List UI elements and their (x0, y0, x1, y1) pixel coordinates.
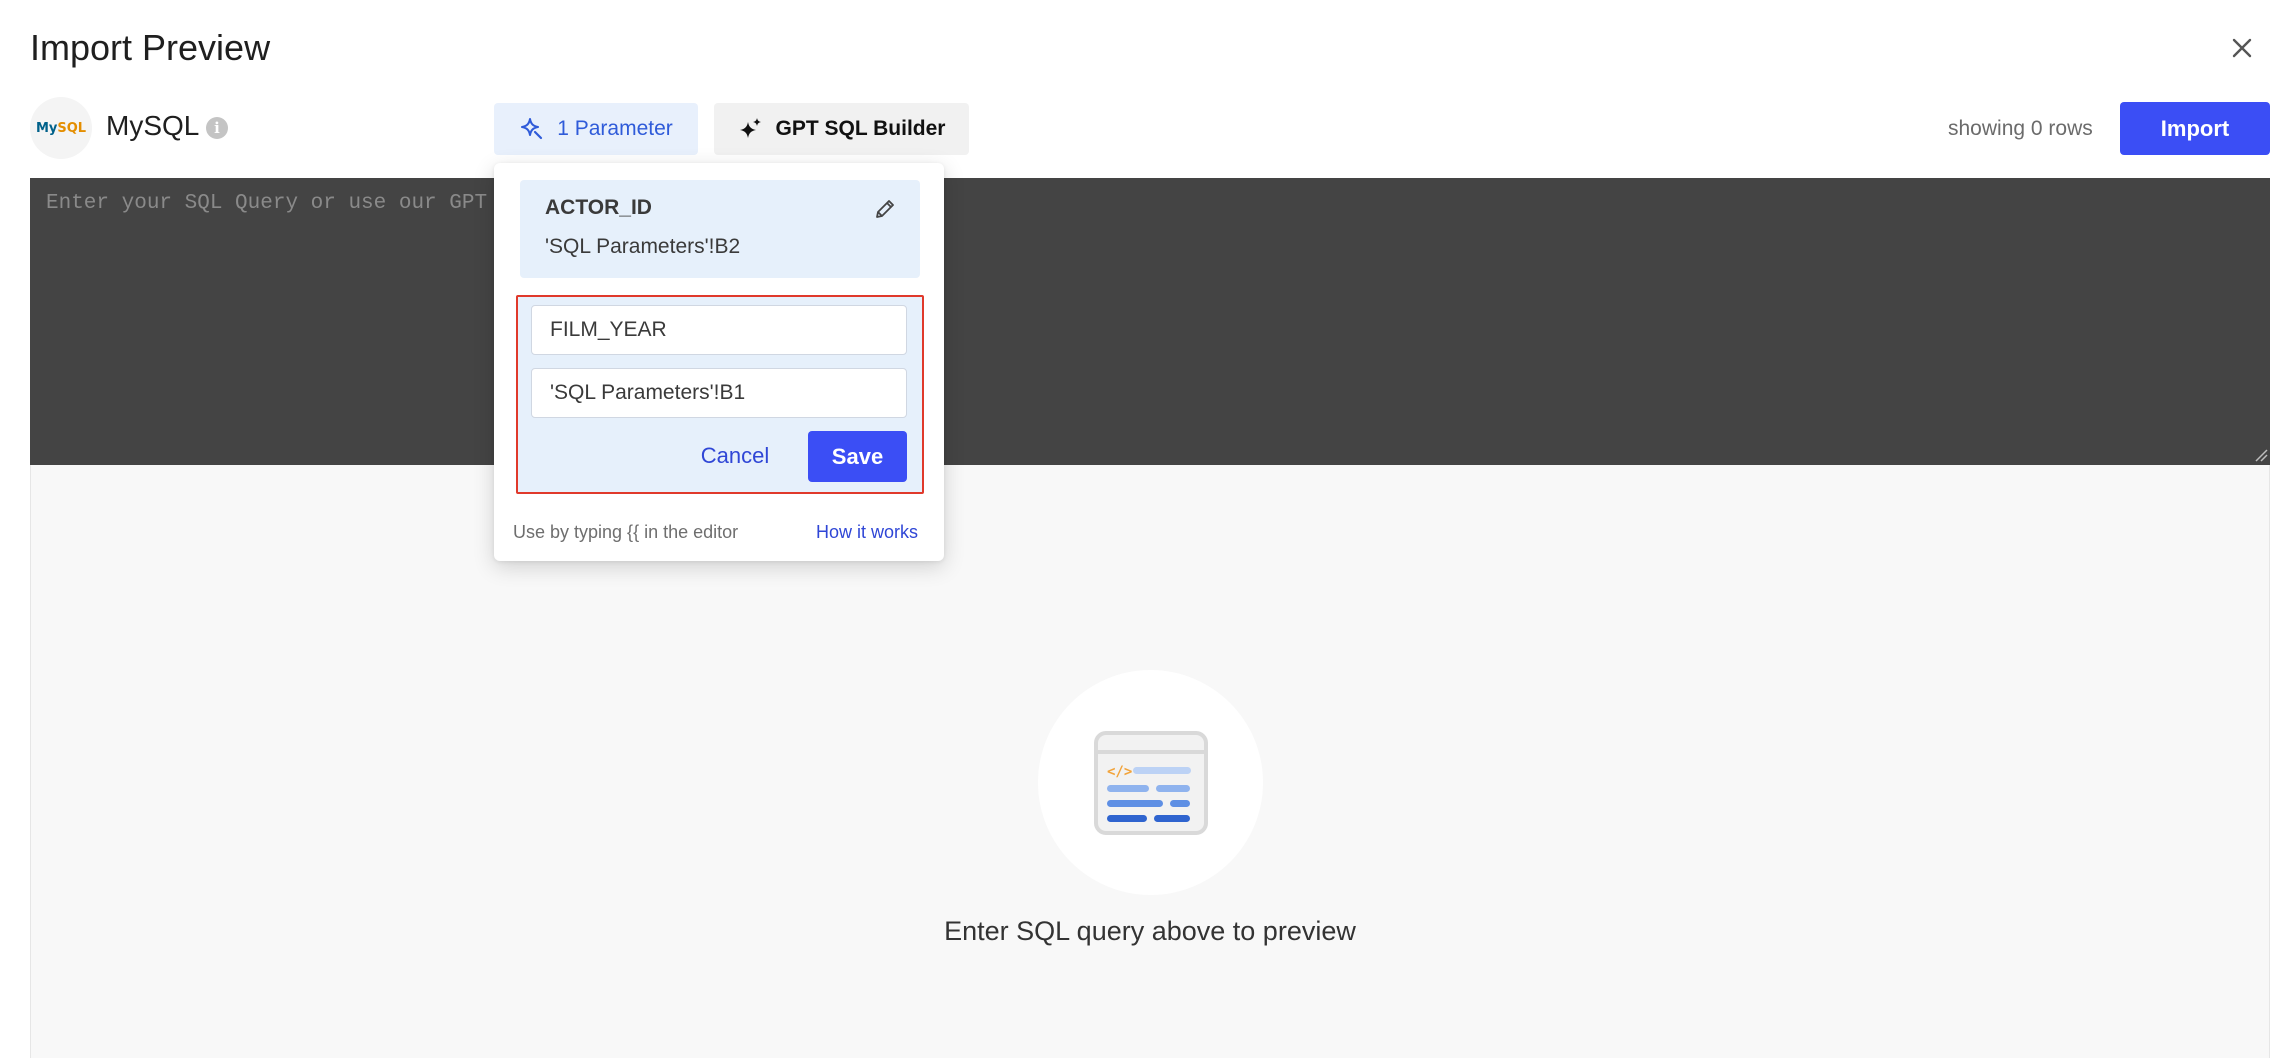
code-document-icon: </> (1093, 730, 1208, 835)
parameter-card (520, 180, 920, 278)
parameter-name: ACTOR_ID (545, 196, 652, 219)
parameters-button-label: 1 Parameter (557, 117, 673, 140)
sql-editor[interactable]: Enter your SQL Query or use our GPT SQL … (30, 178, 2270, 465)
close-button[interactable] (2222, 28, 2262, 68)
sparkle-parameter-icon (521, 118, 543, 140)
dialog-title: Import Preview (30, 27, 271, 68)
close-icon (2232, 38, 2252, 58)
svg-text:</>: </> (1107, 764, 1132, 780)
import-button[interactable]: Import (2120, 102, 2270, 155)
cancel-button[interactable]: Cancel (690, 431, 780, 481)
gpt-sql-builder-label: GPT SQL Builder (775, 117, 946, 140)
mysql-logo: MySQL (30, 97, 92, 159)
pencil-icon (876, 200, 894, 218)
rows-status: showing 0 rows (1948, 117, 2093, 140)
editor-resize-handle[interactable] (2254, 448, 2268, 462)
preview-illustration: </> (1038, 670, 1263, 895)
gpt-sql-builder-button[interactable]: GPT SQL Builder (714, 103, 969, 155)
save-button[interactable]: Save (808, 431, 907, 482)
parameter-value-input[interactable] (531, 368, 907, 418)
preview-empty-message: Enter SQL query above to preview (944, 916, 1356, 946)
parameter-name-input[interactable] (531, 305, 907, 355)
parameter-value: 'SQL Parameters'!B2 (545, 235, 741, 258)
usage-hint: Use by typing {{ in the editor (513, 522, 739, 542)
edit-parameter-button[interactable] (870, 194, 900, 224)
sparkles-icon (739, 118, 761, 138)
resize-grip-icon (2255, 449, 2268, 462)
info-icon[interactable]: i (206, 117, 228, 139)
source-name: MySQL (106, 110, 200, 141)
parameters-button[interactable]: 1 Parameter (494, 103, 698, 155)
how-it-works-link[interactable]: How it works (816, 522, 918, 543)
